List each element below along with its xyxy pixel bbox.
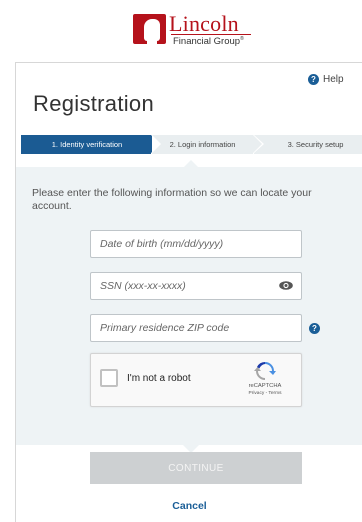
progress-steps: 1. Identity verification 2. Login inform… — [21, 135, 362, 154]
recaptcha-widget: I'm not a robot reCAPTCHA Privacy - Term… — [90, 353, 302, 407]
question-circle-icon[interactable]: ? — [309, 323, 320, 334]
recaptcha-privacy-terms[interactable]: Privacy - Terms — [241, 391, 289, 396]
recaptcha-label: I'm not a robot — [127, 373, 191, 384]
logo-underline — [171, 34, 251, 35]
page-title: Registration — [33, 91, 154, 116]
lincoln-logo[interactable]: Lincoln Financial Group® — [133, 11, 263, 52]
recaptcha-checkbox[interactable] — [100, 369, 118, 387]
zip-code-input[interactable] — [90, 314, 302, 342]
help-label: Help — [323, 74, 344, 85]
step-security-setup: 3. Security setup — [254, 135, 362, 154]
recaptcha-logo-icon — [254, 362, 276, 380]
ssn-input[interactable] — [90, 272, 302, 300]
step-identity-verification: 1. Identity verification — [21, 135, 160, 154]
question-circle-icon: ? — [308, 74, 319, 85]
help-link[interactable]: ? Help — [308, 74, 344, 85]
lincoln-profile-icon — [133, 14, 166, 44]
cancel-link[interactable]: Cancel — [16, 500, 362, 512]
logo-subtitle: Financial Group® — [173, 36, 244, 48]
intro-text: Please enter the following information s… — [32, 187, 312, 212]
registration-card: ? Help Registration 1. Identity verifica… — [15, 62, 362, 522]
date-of-birth-input[interactable] — [90, 230, 302, 258]
step-login-information: 2. Login information — [152, 135, 264, 154]
form-panel: Please enter the following information s… — [16, 167, 362, 445]
continue-button[interactable]: CONTINUE — [90, 452, 302, 484]
recaptcha-brand: reCAPTCHA — [248, 383, 282, 389]
eye-icon[interactable] — [279, 281, 293, 290]
